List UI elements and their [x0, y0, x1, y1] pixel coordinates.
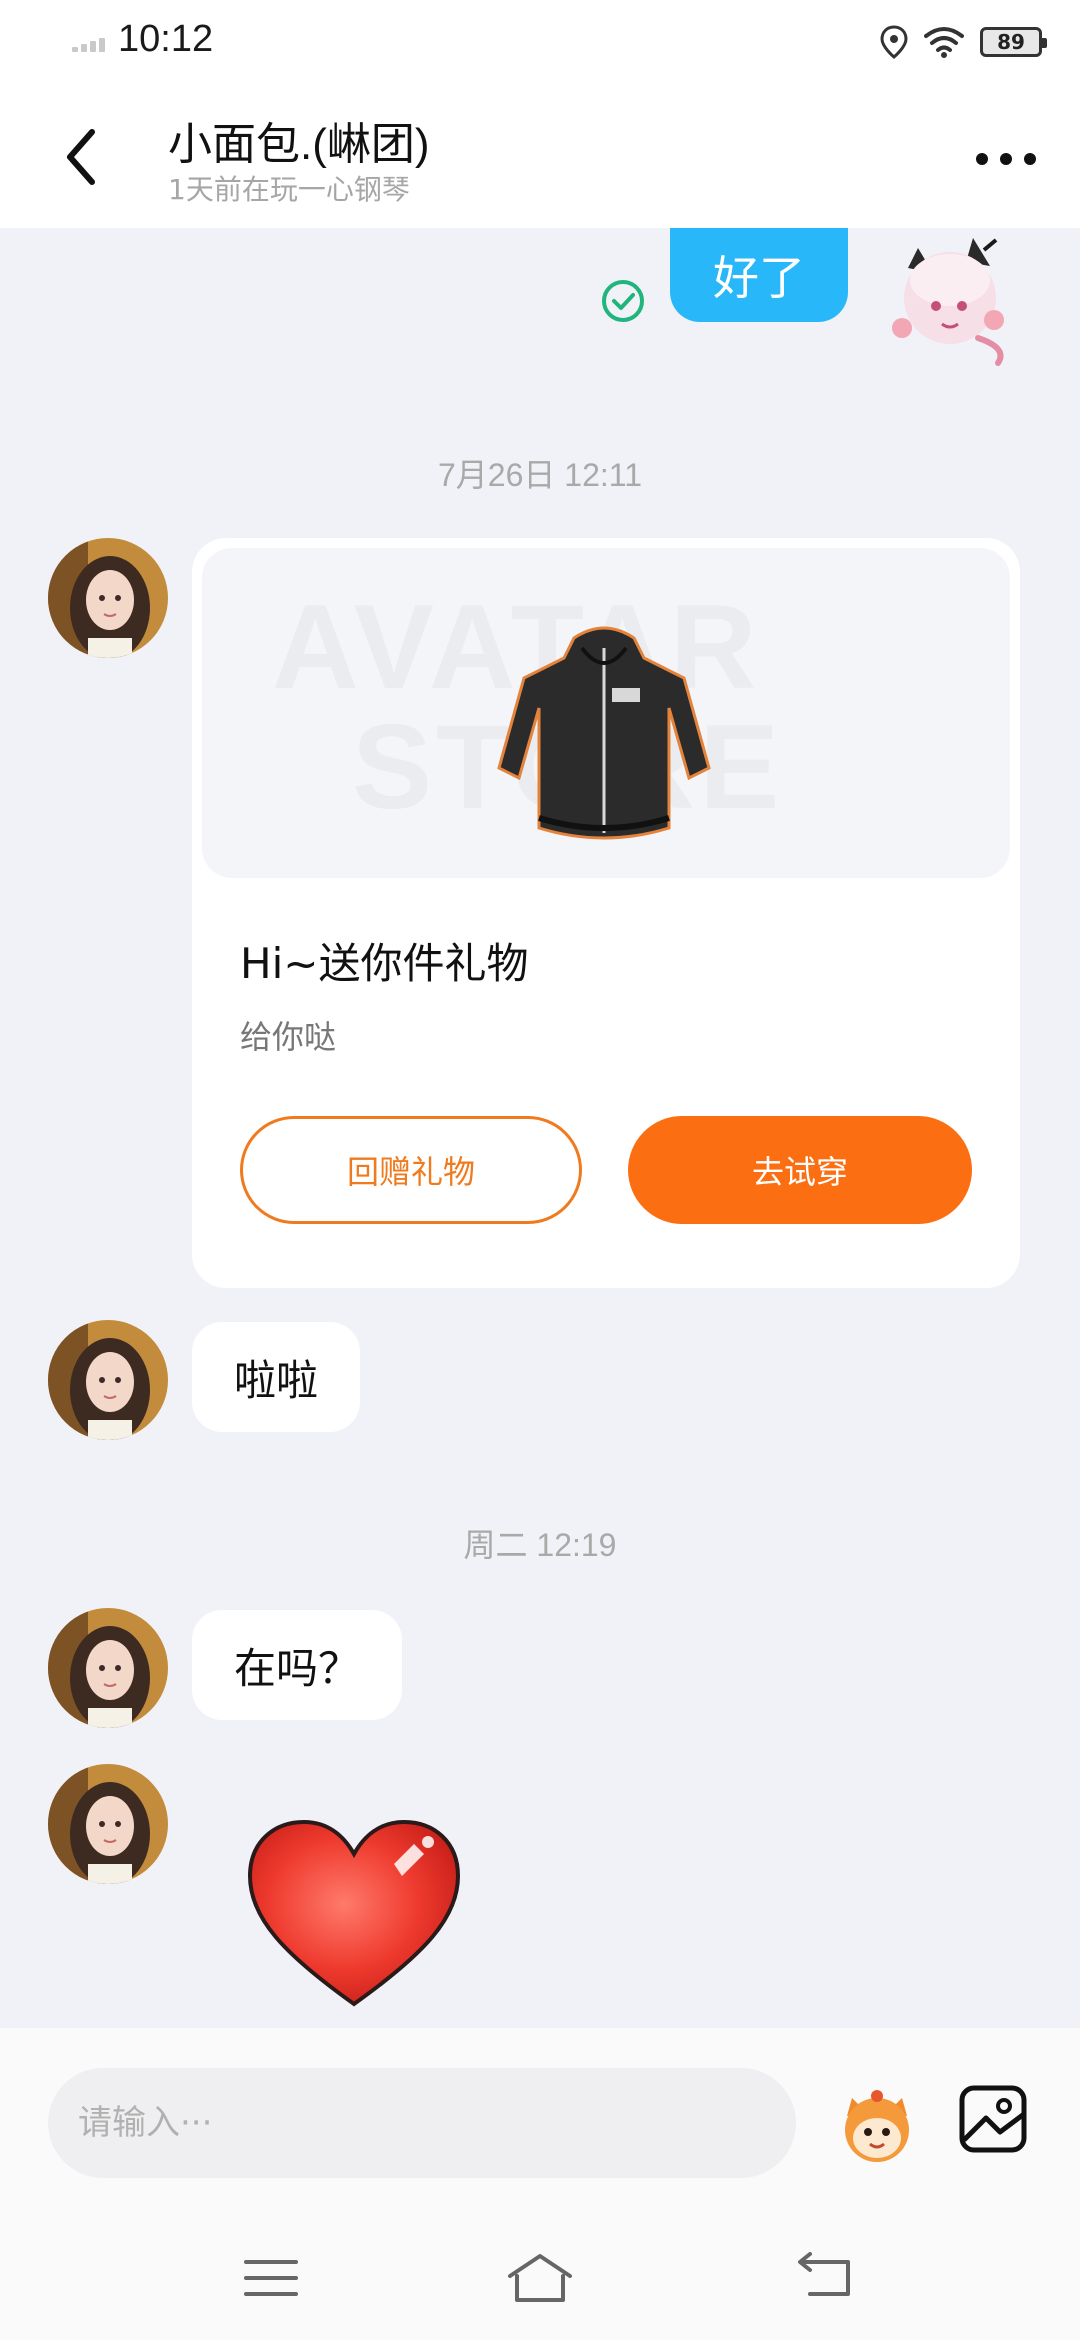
incoming-message-bubble[interactable]: 啦啦 [192, 1322, 361, 1432]
heart-sticker[interactable] [244, 1814, 464, 2014]
gift-description: 给你哒 [240, 1018, 337, 1056]
message-input[interactable] [48, 2068, 796, 2178]
status-bar: 10:12 89 [0, 0, 1080, 84]
contact-avatar[interactable] [48, 1608, 168, 1728]
timestamp: 周二 12:19 [463, 1527, 617, 1563]
message-input-bar [0, 2028, 1080, 2218]
signal-icon [72, 36, 112, 52]
self-avatar[interactable] [878, 228, 1018, 368]
gift-card[interactable]: AVATAR STORE Hi~送你件礼物 给你哒 回赠礼物 去试穿 [192, 538, 1020, 1288]
gift-image[interactable]: AVATAR STORE [202, 548, 1010, 878]
status-time: 10:12 [118, 18, 214, 60]
return-gift-button[interactable]: 回赠礼物 [240, 1116, 582, 1224]
try-on-button[interactable]: 去试穿 [628, 1116, 972, 1224]
chat-header: 小面包.(崊团) 1天前在玩一心钢琴 [0, 84, 1080, 228]
contact-avatar[interactable] [48, 1764, 168, 1884]
dot-icon [976, 153, 988, 165]
system-nav-bar [0, 2218, 1080, 2340]
back-button[interactable] [52, 122, 112, 192]
chat-subtitle: 1天前在玩一心钢琴 [168, 173, 410, 206]
location-icon [880, 25, 908, 59]
chat-title[interactable]: 小面包.(崊团) [168, 108, 430, 172]
image-icon[interactable] [958, 2084, 1028, 2154]
incoming-message-bubble[interactable]: 在吗？ [192, 1610, 403, 1720]
gift-title: Hi~送你件礼物 [240, 939, 529, 988]
dot-icon [1000, 153, 1012, 165]
contact-avatar[interactable] [48, 1320, 168, 1440]
status-icons: 89 [880, 20, 1047, 64]
wifi-icon [924, 27, 964, 58]
emoji-button[interactable] [832, 2078, 922, 2168]
back-nav-icon[interactable] [790, 2248, 860, 2308]
contact-avatar[interactable] [48, 538, 168, 658]
menu-icon[interactable] [236, 2248, 306, 2308]
dot-icon [1024, 153, 1036, 165]
chat-messages[interactable]: 好了 7月26日 12:11 AVATAR STORE [0, 228, 1080, 2028]
read-check-icon [602, 280, 644, 322]
outgoing-message-bubble[interactable]: 好了 [670, 228, 848, 322]
more-options-button[interactable] [976, 144, 1036, 174]
timestamp: 7月26日 12:11 [438, 457, 642, 493]
jacket-image [497, 626, 711, 840]
battery-icon: 89 [980, 27, 1047, 57]
home-icon[interactable] [505, 2248, 575, 2308]
